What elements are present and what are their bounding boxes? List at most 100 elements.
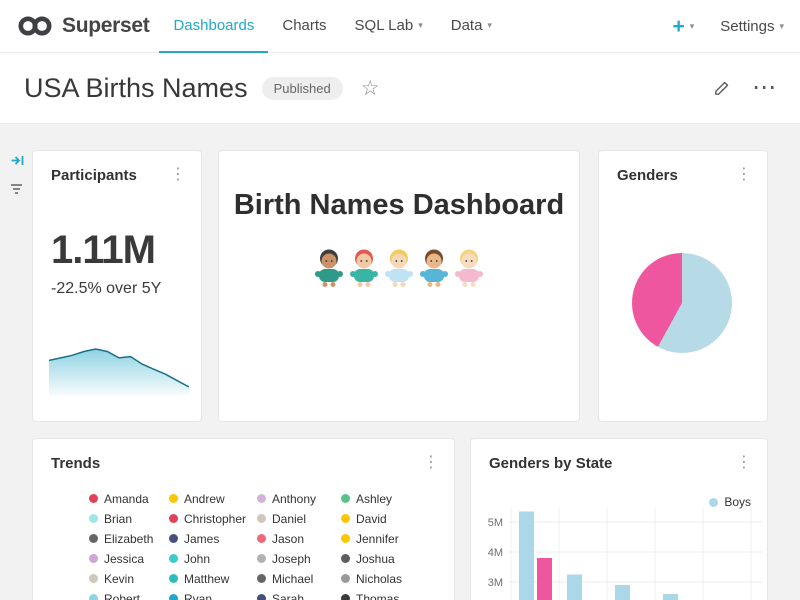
big-number-subheader: -22.5% over 5Y [51, 280, 201, 298]
legend-item[interactable]: Thomas [341, 592, 433, 600]
svg-text:5M: 5M [488, 517, 503, 529]
legend-item[interactable]: Jennifer [341, 532, 433, 545]
genders-by-state-card: Genders by State ⋮ Boys 5M 4M 3M 2M 1M 0 [470, 438, 768, 600]
genders-pie-chart[interactable] [632, 253, 732, 353]
dashboard-canvas: Participants ⋮ 1.11M -22.5% over 5Y Birt… [0, 124, 800, 600]
legend-dot [169, 554, 178, 563]
svg-text:4M: 4M [488, 547, 503, 559]
trends-legend: Amanda Andrew Anthony Ashley Brian Christophe… [33, 492, 454, 600]
legend-dot [257, 494, 266, 503]
legend-item[interactable]: Sarah [257, 592, 341, 600]
legend-item[interactable]: Joshua [341, 552, 433, 565]
legend-item[interactable]: Joseph [257, 552, 341, 565]
legend-dot [257, 574, 266, 583]
legend-item[interactable]: Michael [257, 572, 341, 585]
kebab-menu-icon[interactable]: ⋮ [165, 167, 191, 183]
legend-item[interactable]: Ashley [341, 492, 433, 505]
header-actions: ⋯ [713, 80, 776, 97]
svg-text:3M: 3M [488, 577, 503, 589]
legend-dot [341, 494, 350, 503]
legend-label: Joseph [272, 552, 311, 566]
card-title: Genders [617, 167, 678, 184]
legend-dot [169, 514, 178, 523]
nav-label: Charts [282, 17, 326, 34]
chevron-down-icon: ▾ [487, 21, 492, 30]
legend-item[interactable]: Kevin [89, 572, 169, 585]
legend-item[interactable]: Robert [89, 592, 169, 600]
nav-label: SQL Lab [355, 17, 414, 34]
legend-item[interactable]: John [169, 552, 257, 565]
participants-card: Participants ⋮ 1.11M -22.5% over 5Y [32, 150, 202, 422]
legend-dot [89, 594, 98, 600]
settings-menu[interactable]: Settings ▾ [720, 18, 784, 35]
legend-label: Michael [272, 572, 313, 586]
legend-label: Kevin [104, 572, 134, 586]
nav-item-charts[interactable]: Charts [268, 0, 340, 53]
legend-dot [341, 594, 350, 600]
legend-item[interactable]: Matthew [169, 572, 257, 585]
legend-item[interactable]: Andrew [169, 492, 257, 505]
legend-item[interactable]: Daniel [257, 512, 341, 525]
legend-item[interactable]: Ryan [169, 592, 257, 600]
more-actions-icon[interactable]: ⋯ [752, 81, 776, 95]
card-title: Genders by State [489, 455, 612, 472]
legend-item[interactable]: Christopher [169, 512, 257, 525]
legend-label: Amanda [104, 492, 149, 506]
kebab-menu-icon[interactable]: ⋮ [418, 455, 444, 471]
legend-item[interactable]: Jason [257, 532, 341, 545]
nav-right-section: + ▾ Settings ▾ [672, 16, 784, 37]
new-item-button[interactable]: + ▾ [672, 16, 694, 37]
legend-item[interactable]: Elizabeth [89, 532, 169, 545]
superset-logo-icon [16, 13, 54, 39]
kebab-menu-icon[interactable]: ⋮ [731, 167, 757, 183]
nav-label: Dashboards [173, 17, 254, 34]
legend-label: Joshua [356, 552, 395, 566]
legend-label: Ashley [356, 492, 392, 506]
genders-card: Genders ⋮ [598, 150, 768, 422]
legend-item[interactable]: Brian [89, 512, 169, 525]
expand-filter-bar-icon[interactable] [10, 153, 25, 173]
baby-figure [383, 248, 415, 288]
nav-item-dashboards[interactable]: Dashboards [159, 0, 268, 53]
page-title: USA Births Names [24, 73, 248, 104]
legend-item[interactable]: Nicholas [341, 572, 433, 585]
legend-item[interactable]: Jessica [89, 552, 169, 565]
legend-dot [257, 534, 266, 543]
legend-label: Elizabeth [104, 532, 153, 546]
legend-item[interactable]: David [341, 512, 433, 525]
legend-dot [89, 534, 98, 543]
markdown-card: Birth Names Dashboard [218, 150, 580, 422]
brand-name: Superset [62, 14, 149, 38]
chevron-down-icon: ▾ [690, 22, 695, 31]
legend-label: Anthony [272, 492, 316, 506]
card-header: Participants ⋮ [33, 151, 201, 184]
superset-logo[interactable]: Superset [16, 13, 149, 39]
legend-item[interactable]: Anthony [257, 492, 341, 505]
legend-label: Brian [104, 512, 132, 526]
legend-label: Thomas [356, 592, 399, 600]
legend-label: Jason [272, 532, 304, 546]
card-header: Genders ⋮ [599, 151, 767, 184]
participants-sparkline-chart[interactable] [49, 345, 189, 395]
genders-by-state-bar-chart[interactable]: 5M 4M 3M 2M 1M 0 [475, 479, 767, 600]
baby-figure [313, 248, 345, 288]
legend-dot [341, 574, 350, 583]
edit-pencil-icon[interactable] [713, 80, 730, 97]
legend-label: Robert [104, 592, 140, 600]
legend-label: David [356, 512, 387, 526]
dashboard-header: USA Births Names Published ☆ ⋯ [0, 53, 800, 124]
nav-item-data[interactable]: Data ▾ [437, 0, 506, 53]
legend-dot [341, 514, 350, 523]
legend-item[interactable]: Amanda [89, 492, 169, 505]
status-badge[interactable]: Published [262, 77, 343, 100]
kebab-menu-icon[interactable]: ⋮ [731, 455, 757, 471]
filter-icon[interactable] [9, 181, 24, 201]
legend-label: Andrew [184, 492, 225, 506]
legend-dot [89, 574, 98, 583]
favorite-star-icon[interactable]: ☆ [361, 78, 380, 99]
legend-item[interactable]: James [169, 532, 257, 545]
legend-dot [169, 494, 178, 503]
plus-icon: + [672, 16, 684, 37]
legend-label: Daniel [272, 512, 306, 526]
nav-item-sql-lab[interactable]: SQL Lab ▾ [341, 0, 437, 53]
